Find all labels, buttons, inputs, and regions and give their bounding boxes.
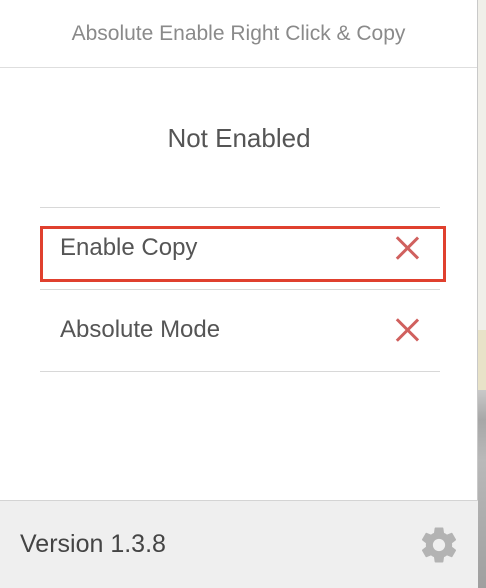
status-text: Not Enabled <box>167 122 311 153</box>
popup-header: Absolute Enable Right Click & Copy <box>0 0 477 68</box>
option-label: Enable Copy <box>60 234 198 261</box>
option-enable-copy[interactable]: Enable Copy <box>40 208 440 288</box>
extension-popup: Absolute Enable Right Click & Copy Not E… <box>0 0 478 588</box>
option-absolute-mode[interactable]: Absolute Mode <box>40 290 440 370</box>
divider <box>40 371 440 372</box>
popup-title: Absolute Enable Right Click & Copy <box>71 21 406 45</box>
version-text: Version 1.3.8 <box>20 530 166 558</box>
popup-footer: Version 1.3.8 <box>0 500 478 588</box>
option-label: Absolute Mode <box>60 316 221 343</box>
status-area: Not Enabled <box>0 68 478 208</box>
background-page-strip <box>478 0 486 588</box>
close-icon[interactable] <box>394 317 420 343</box>
gear-icon[interactable] <box>418 524 460 566</box>
close-icon[interactable] <box>394 235 420 261</box>
